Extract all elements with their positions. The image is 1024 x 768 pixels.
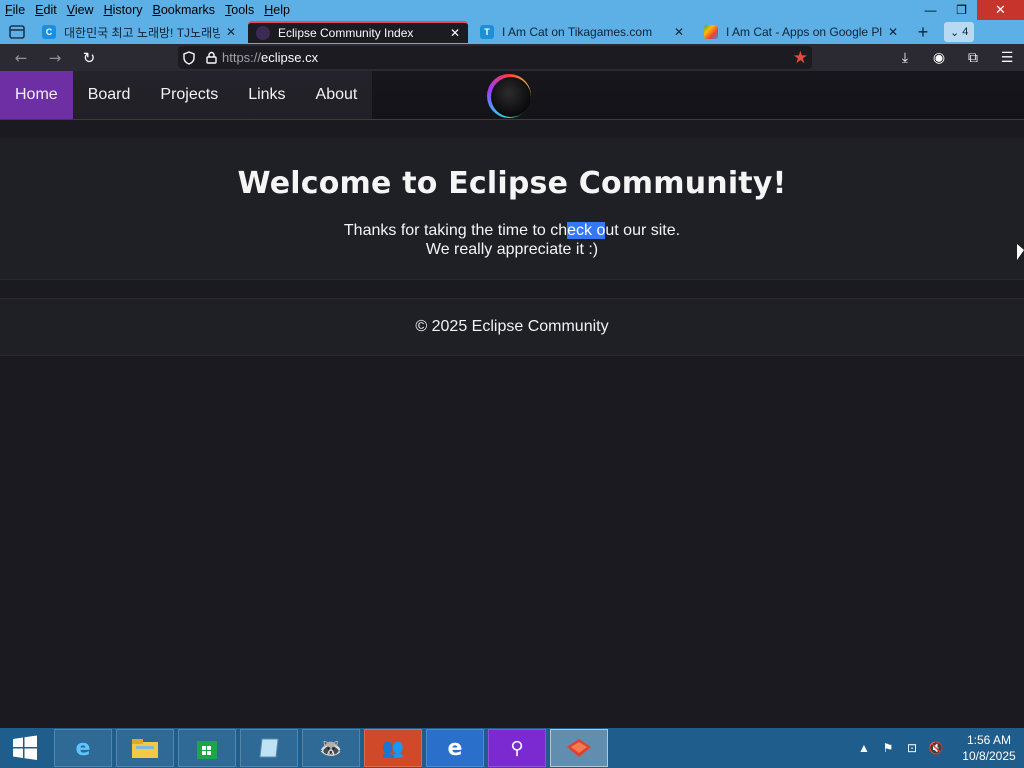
address-bar[interactable]: https://eclipse.cx ★ — [178, 46, 812, 69]
tab-title: 대한민국 최고 노래방! TJ노래방 — [64, 25, 220, 40]
welcome-section: Welcome to Eclipse Community! Thanks for… — [0, 138, 1024, 280]
list-all-tabs-button[interactable]: ⌄ 4 — [944, 22, 975, 42]
tab-google-play[interactable]: I Am Cat - Apps on Google Play ✕ — [696, 21, 906, 43]
copyright-text: © 2025 Eclipse Community — [415, 318, 609, 335]
menu-history[interactable]: History — [99, 3, 148, 17]
toolbar-right: ⤓ ◉ ⧉ ☰ — [888, 44, 1024, 71]
store-icon[interactable] — [178, 729, 236, 767]
internet-explorer-icon[interactable]: e — [54, 729, 112, 767]
text-selection: eck o — [567, 222, 606, 239]
taskbar: e 🦝 👥 e ⚲ ▲ ⚑ ⊡ 🔇 1:56 AM 10/8/2025 — [0, 728, 1024, 768]
shield-icon[interactable] — [178, 50, 200, 65]
navigation-toolbar: ← → ↻ https://eclipse.cx ★ ⤓ ◉ ⧉ ☰ — [0, 44, 1024, 71]
notepad-icon[interactable] — [240, 729, 298, 767]
menu-bookmarks[interactable]: Bookmarks — [148, 3, 221, 17]
bookmark-star-icon[interactable]: ★ — [793, 48, 808, 68]
tikagames-icon: T — [480, 25, 494, 39]
nav-about[interactable]: About — [301, 71, 373, 119]
windows-start-icon[interactable] — [0, 728, 50, 768]
new-tab-icon[interactable]: + — [912, 21, 934, 43]
close-window-icon[interactable]: ✕ — [977, 0, 1024, 20]
chevron-down-icon: ⌄ — [950, 26, 963, 39]
reload-icon[interactable]: ↻ — [72, 44, 106, 71]
extensions-icon[interactable]: ⧉ — [956, 44, 990, 71]
url-text: https://eclipse.cx — [222, 50, 319, 65]
site-navigation: Home Board Projects Links About — [0, 71, 1024, 120]
people-icon[interactable]: 👥 — [364, 729, 422, 767]
menu-edit[interactable]: Edit — [30, 3, 62, 17]
clock[interactable]: 1:56 AM 10/8/2025 — [954, 732, 1024, 764]
page-title: Welcome to Eclipse Community! — [237, 166, 787, 201]
back-arrow-icon[interactable]: ← — [4, 44, 38, 71]
flag-icon[interactable]: ⚑ — [876, 741, 900, 755]
tab-tj-karaoke[interactable]: C 대한민국 최고 노래방! TJ노래방 ✕ — [34, 21, 244, 43]
eclipse-logo[interactable] — [487, 74, 531, 118]
tab-tikagames[interactable]: T I Am Cat on Tikagames.com ✕ — [472, 21, 692, 43]
c-icon: C — [42, 25, 56, 39]
window-controls: — ❐ ✕ — [915, 0, 1024, 20]
chevron-up-icon[interactable]: ▲ — [852, 741, 876, 755]
close-tab-icon[interactable]: ✕ — [450, 26, 460, 40]
close-tab-icon[interactable]: ✕ — [674, 25, 684, 39]
menu-view[interactable]: View — [62, 3, 99, 17]
file-explorer-icon[interactable] — [116, 729, 174, 767]
nav-board[interactable]: Board — [73, 71, 146, 119]
tab-title: I Am Cat on Tikagames.com — [502, 25, 653, 39]
lock-icon[interactable] — [200, 51, 222, 64]
eclipse-icon — [256, 26, 270, 40]
forward-arrow-icon[interactable]: → — [38, 44, 72, 71]
edge-icon[interactable]: e — [426, 729, 484, 767]
restore-icon[interactable]: ❐ — [946, 0, 977, 20]
tab-count: 4 — [962, 26, 969, 38]
network-icon[interactable]: ⊡ — [900, 741, 924, 755]
raccoon-icon[interactable]: 🦝 — [302, 729, 360, 767]
firefox-view-icon[interactable] — [0, 21, 34, 43]
menu-bar: File Edit View History Bookmarks Tools H… — [0, 0, 1024, 20]
google-play-icon — [704, 25, 718, 39]
firefox-icon[interactable] — [550, 729, 608, 767]
menu-file[interactable]: File — [0, 3, 30, 17]
welcome-text-line-2: We really appreciate it :) — [425, 241, 599, 258]
tab-title: Eclipse Community Index — [278, 26, 414, 40]
clock-date: 10/8/2025 — [962, 749, 1016, 763]
menu-help[interactable]: Help — [259, 3, 295, 17]
download-icon[interactable]: ⤓ — [888, 44, 922, 71]
site-nav-links: Home Board Projects Links About — [0, 71, 373, 119]
tab-eclipse[interactable]: Eclipse Community Index ✕ — [248, 21, 468, 43]
account-icon[interactable]: ◉ — [922, 44, 956, 71]
tab-strip: C 대한민국 최고 노래방! TJ노래방 ✕ Eclipse Community… — [0, 20, 1024, 44]
nav-home[interactable]: Home — [0, 71, 73, 119]
system-tray: ▲ ⚑ ⊡ 🔇 1:56 AM 10/8/2025 — [852, 728, 1024, 768]
close-tab-icon[interactable]: ✕ — [226, 25, 236, 39]
menu-tools[interactable]: Tools — [220, 3, 259, 17]
search-icon[interactable]: ⚲ — [488, 729, 546, 767]
welcome-text-line-1: Thanks for taking the time to check out … — [343, 222, 681, 239]
mouse-cursor-icon — [1017, 244, 1024, 260]
clock-time: 1:56 AM — [966, 733, 1012, 747]
volume-muted-icon[interactable]: 🔇 — [924, 741, 948, 755]
nav-projects[interactable]: Projects — [145, 71, 233, 119]
close-tab-icon[interactable]: ✕ — [888, 25, 898, 39]
site-footer: © 2025 Eclipse Community — [0, 298, 1024, 356]
minimize-icon[interactable]: — — [915, 0, 946, 20]
nav-links[interactable]: Links — [233, 71, 300, 119]
tab-title: I Am Cat - Apps on Google Play — [726, 25, 882, 39]
hamburger-menu-icon[interactable]: ☰ — [990, 44, 1024, 71]
